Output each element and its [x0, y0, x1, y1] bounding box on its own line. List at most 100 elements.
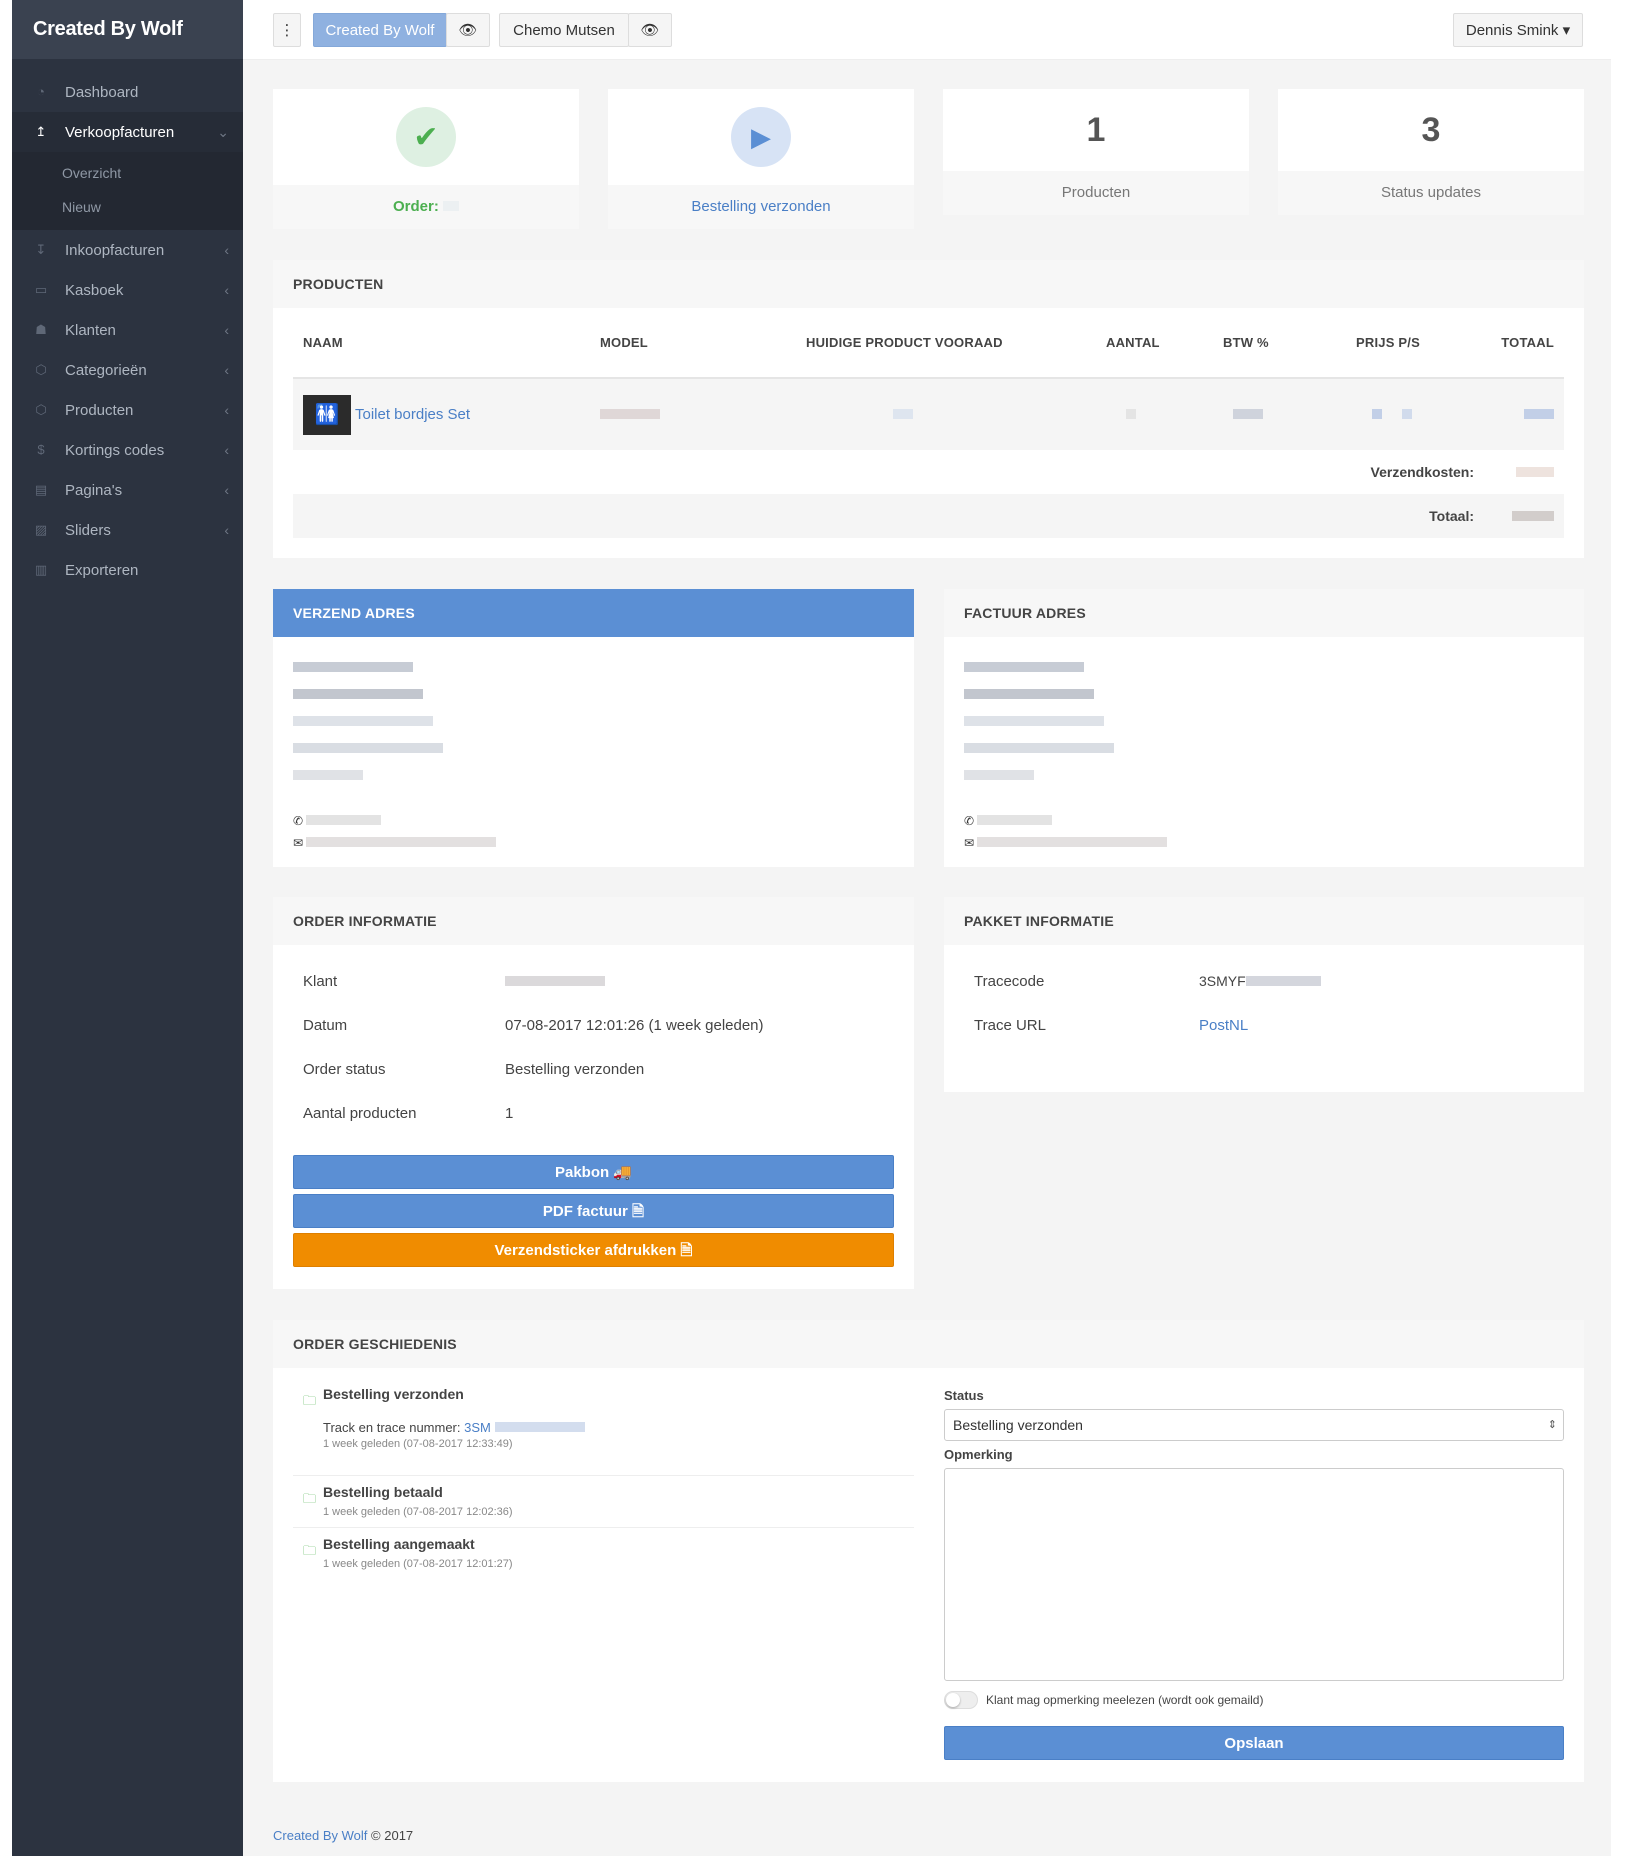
- factuur-adres-title: FACTUUR ADRES: [944, 589, 1584, 637]
- sidebar-item-paginas[interactable]: ▤ Pagina's ‹: [12, 470, 243, 510]
- chevron-left-icon: ‹: [224, 362, 229, 378]
- stat-card-order: ✔ Order:: [273, 89, 579, 229]
- list-item: 🗀 Bestelling verzonden Track en trace nu…: [293, 1384, 914, 1476]
- sidebar-item-verkoopfacturen[interactable]: ↥ Verkoopfacturen ⌄: [12, 112, 243, 152]
- visibility-toggle[interactable]: [944, 1691, 978, 1709]
- download-arrow-icon: ↧: [35, 242, 47, 257]
- verzend-adres-body: ✆ ✉: [273, 637, 914, 872]
- sidebar-item-label: Exporteren: [65, 561, 139, 579]
- play-icon: ▶: [731, 107, 791, 167]
- footer: Created By Wolf © 2017: [273, 1828, 413, 1843]
- pakket-info-body: Tracecode 3SMYF Trace URL PostNL: [944, 945, 1584, 1047]
- col-btw: BTW %: [1223, 335, 1269, 350]
- col-prijs: PRIJS P/S: [1356, 335, 1420, 350]
- users-icon: ☗: [35, 322, 47, 337]
- dollar-icon: $: [37, 442, 45, 457]
- phone-icon: ✆: [964, 814, 1564, 828]
- stat-products-count: 1: [1086, 110, 1106, 149]
- sidebar-item-label: Producten: [65, 401, 134, 419]
- track-link[interactable]: 3SM: [464, 1420, 491, 1435]
- shipping-row: Verzendkosten:: [293, 450, 1564, 494]
- order-info-row-klant: Klant: [293, 959, 894, 1003]
- order-info-row-datum: Datum 07-08-2017 12:01:26 (1 week geleden…: [303, 1016, 764, 1034]
- remark-textarea[interactable]: [944, 1468, 1564, 1681]
- sidebar-subitem-nieuw[interactable]: Nieuw: [12, 190, 243, 224]
- sidebar-item-producten[interactable]: ⬡ Producten ‹: [12, 390, 243, 430]
- list-item: 🗀 Bestelling aangemaakt 1 week geleden (…: [303, 1536, 513, 1570]
- shop-button-chemo-mutsen[interactable]: Chemo Mutsen: [499, 13, 629, 47]
- total-row: Totaal:: [293, 494, 1564, 538]
- table-row: 🚻 Toilet bordjes Set: [293, 378, 1564, 450]
- verzendsticker-button[interactable]: Verzendsticker afdrukken 🗎: [293, 1233, 894, 1267]
- user-menu-button[interactable]: Dennis Smink ▾: [1453, 13, 1583, 47]
- sidebar-item-kortings-codes[interactable]: $ Kortings codes ‹: [12, 430, 243, 470]
- pdf-factuur-button[interactable]: PDF factuur 🗎: [293, 1194, 894, 1228]
- col-totaal: TOTAAL: [1501, 335, 1554, 350]
- sidebar-item-sliders[interactable]: ▨ Sliders ‹: [12, 510, 243, 550]
- order-info-row-aantal: Aantal producten 1: [303, 1104, 514, 1122]
- col-model: MODEL: [600, 335, 648, 350]
- total-label: Totaal:: [1429, 508, 1474, 524]
- image-icon: ▨: [34, 522, 48, 537]
- product-thumbnail[interactable]: 🚻: [303, 394, 351, 435]
- sidebar-item-klanten[interactable]: ☗ Klanten ‹: [12, 310, 243, 350]
- status-select[interactable]: Bestelling verzonden ⇕: [944, 1409, 1564, 1441]
- sidebar-subitem-overzicht[interactable]: Overzicht: [12, 156, 243, 190]
- envelope-icon: ✉: [964, 836, 1564, 850]
- folder-icon: 🗀: [303, 1393, 317, 1408]
- eye-icon[interactable]: 👁: [628, 13, 672, 47]
- sidebar-item-kasboek[interactable]: ▭ Kasboek ‹: [12, 270, 243, 310]
- pakket-info-card: PAKKET INFORMATIE Tracecode 3SMYF Trace U…: [944, 897, 1584, 1092]
- list-item: 🗀 Bestelling betaald 1 week geleden (07-…: [293, 1476, 914, 1528]
- order-info-body: Klant Datum 07-08-2017 12:01:26 (1 week g…: [273, 945, 914, 1267]
- sidebar-item-label: Kasboek: [65, 281, 124, 299]
- chevron-left-icon: ‹: [224, 282, 229, 298]
- kebab-menu-button[interactable]: ⋮: [273, 13, 301, 47]
- export-icon: ▥: [34, 562, 48, 577]
- sidebar-item-exporteren[interactable]: ▥ Exporteren: [12, 550, 243, 590]
- sidebar-item-label: Dashboard: [65, 83, 139, 101]
- pakket-row-trace-url: Trace URL PostNL: [974, 1016, 1249, 1034]
- save-button[interactable]: Opslaan: [944, 1726, 1564, 1760]
- product-link[interactable]: Toilet bordjes Set: [355, 406, 470, 423]
- postnl-link[interactable]: PostNL: [1199, 1017, 1248, 1034]
- pakbon-button[interactable]: Pakbon 🚚: [293, 1155, 894, 1189]
- chevron-left-icon: ‹: [224, 442, 229, 458]
- sidebar-nav: ◔ Dashboard ↥ Verkoopfacturen ⌄ Overzicht N…: [12, 72, 243, 590]
- folder-icon: 🗀: [303, 1543, 317, 1558]
- col-aantal: AANTAL: [1106, 335, 1160, 350]
- sidebar-item-categorieen[interactable]: ⬡ Categorieën ‹: [12, 350, 243, 390]
- order-history-card: ORDER GESCHIEDENIS 🗀 Bestelling verzonde…: [273, 1320, 1584, 1782]
- products-table: NAAM MODEL HUIDIGE PRODUCT VOORAAD AANTA…: [293, 308, 1564, 538]
- sidebar-item-label: Pagina's: [65, 481, 123, 499]
- cube-icon: ⬡: [35, 402, 47, 417]
- status-label: Status: [944, 1388, 984, 1403]
- brand-logo[interactable]: Created By Wolf: [12, 0, 243, 59]
- order-info-row-status: Order status Bestelling verzonden: [303, 1060, 645, 1078]
- stat-products-label: Producten: [943, 171, 1249, 215]
- sidebar-item-label: Klanten: [65, 321, 116, 339]
- stat-updates-label: Status updates: [1278, 171, 1584, 215]
- sidebar-item-inkoopfacturen[interactable]: ↧ Inkoopfacturen ‹: [12, 230, 243, 270]
- status-form: Status Bestelling verzonden ⇕ Opmerking K…: [944, 1388, 1564, 1765]
- factuur-adres-card: FACTUUR ADRES ✆ ✉: [944, 589, 1584, 867]
- verzend-adres-card: VERZEND ADRES ✆ ✉: [273, 589, 914, 867]
- submenu-verkoopfacturen: Overzicht Nieuw: [12, 152, 243, 230]
- check-icon: ✔: [396, 107, 456, 167]
- eye-icon[interactable]: 👁: [446, 13, 490, 47]
- stat-card-status: ▶ Bestelling verzonden: [608, 89, 914, 229]
- envelope-icon: ✉: [293, 836, 894, 850]
- pakket-row-tracecode: Tracecode 3SMYF: [974, 959, 1564, 1003]
- phone-icon: ✆: [293, 814, 894, 828]
- shop-button-created-by-wolf[interactable]: Created By Wolf: [313, 13, 447, 47]
- stat-status-label: Bestelling verzonden: [608, 185, 914, 229]
- sidebar-item-dashboard[interactable]: ◔ Dashboard: [12, 72, 243, 112]
- footer-copyright: © 2017: [371, 1828, 414, 1843]
- col-voorraad: HUIDIGE PRODUCT VOORAAD: [806, 335, 1003, 350]
- sidebar-item-label: Categorieën: [65, 361, 147, 379]
- dashboard-icon: ◔: [37, 84, 45, 99]
- footer-brand-link[interactable]: Created By Wolf: [273, 1828, 367, 1843]
- cube-icon: ⬡: [35, 362, 47, 377]
- sidebar-item-label: Verkoopfacturen: [65, 123, 175, 141]
- folder-icon: 🗀: [303, 1491, 317, 1506]
